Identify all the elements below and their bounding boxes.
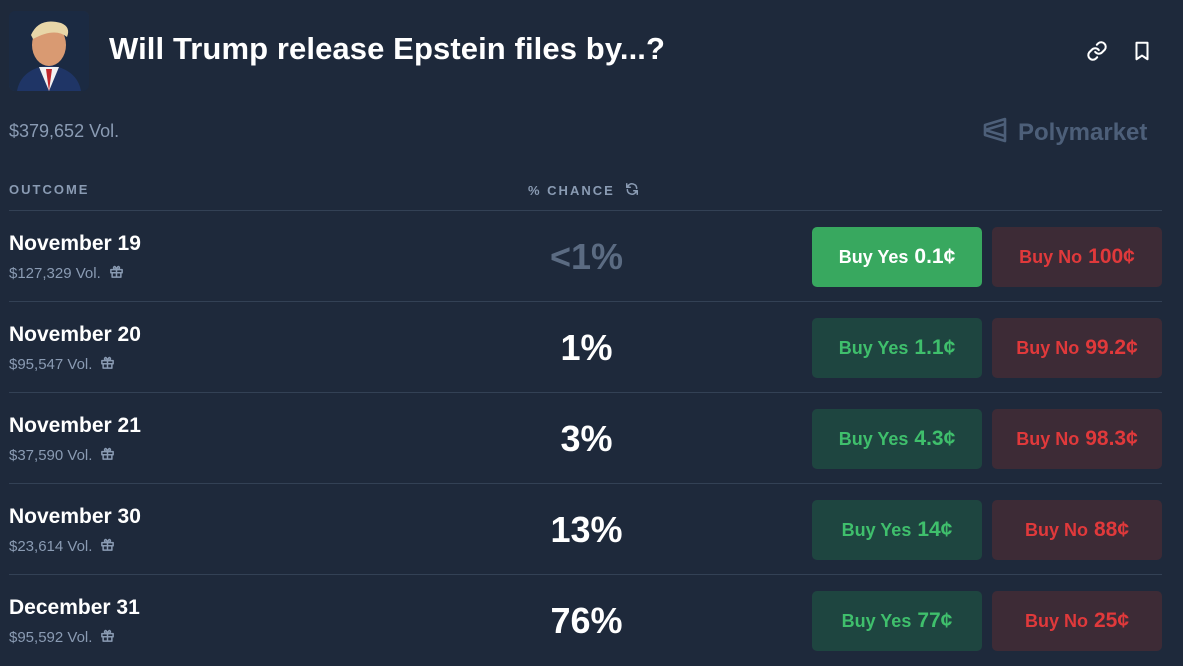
buy-no-label: Buy No	[1019, 246, 1083, 267]
outcome-name: November 20	[9, 323, 141, 346]
gift-icon[interactable]	[100, 628, 115, 647]
outcome-volume-text: $23,614 Vol.	[9, 538, 93, 555]
outcome-column-header: OUTCOME	[9, 182, 89, 197]
total-volume: $379,652 Vol.	[9, 121, 120, 141]
buy-yes-price: 0.1¢	[914, 245, 956, 268]
buy-no-label: Buy No	[1024, 519, 1088, 540]
outcome-name: November 21	[9, 414, 141, 437]
buy-no-price: 99.2¢	[1085, 336, 1138, 359]
buy-no-button[interactable]: Buy No 98.3¢	[992, 409, 1162, 469]
outcome-chance: 1%	[560, 327, 613, 368]
outcome-chance: <1%	[549, 236, 624, 277]
gift-icon[interactable]	[109, 264, 124, 283]
outcome-chance: 76%	[550, 600, 623, 641]
buy-yes-button[interactable]: Buy Yes 1.1¢	[812, 318, 982, 378]
buy-yes-price: 77¢	[917, 609, 953, 632]
buy-no-price: 98.3¢	[1085, 427, 1138, 450]
buy-yes-button[interactable]: Buy Yes 0.1¢	[812, 227, 982, 287]
buy-yes-label: Buy Yes	[841, 610, 912, 631]
buy-yes-label: Buy Yes	[838, 428, 909, 449]
buy-no-button[interactable]: Buy No 100¢	[992, 227, 1162, 287]
refresh-icon[interactable]	[625, 182, 639, 199]
outcome-volume: $23,614 Vol.	[9, 537, 115, 556]
buy-no-label: Buy No	[1024, 610, 1088, 631]
buy-yes-price: 1.1¢	[914, 336, 956, 359]
outcome-volume: $37,590 Vol.	[9, 446, 115, 465]
buy-no-price: 88¢	[1093, 518, 1130, 541]
buy-yes-button[interactable]: Buy Yes 14¢	[812, 500, 982, 560]
outcome-chance: 13%	[550, 509, 623, 550]
outcome-name: November 30	[9, 505, 141, 528]
buy-no-price: 25¢	[1093, 609, 1130, 632]
buy-yes-label: Buy Yes	[838, 337, 909, 358]
outcome-volume-text: $95,592 Vol.	[9, 629, 93, 646]
chance-header-label: % CHANCE	[528, 183, 615, 198]
market-avatar	[9, 11, 89, 91]
gift-icon[interactable]	[100, 446, 115, 465]
buy-no-button[interactable]: Buy No 25¢	[992, 591, 1162, 651]
buy-no-button[interactable]: Buy No 88¢	[992, 500, 1162, 560]
buy-yes-price: 4.3¢	[914, 427, 956, 450]
outcome-name: December 31	[9, 596, 140, 619]
outcome-volume-text: $127,329 Vol.	[9, 265, 101, 282]
polymarket-logo-icon	[982, 116, 1008, 149]
outcome-volume: $95,547 Vol.	[9, 355, 115, 374]
outcome-row[interactable]: November 19 $127,329 Vol. <1% Buy Yes 0.…	[9, 210, 1162, 301]
outcome-volume-text: $37,590 Vol.	[9, 447, 93, 464]
bookmark-icon[interactable]	[1131, 40, 1153, 62]
buy-yes-price: 14¢	[917, 518, 953, 541]
gift-icon[interactable]	[100, 355, 115, 374]
buy-no-label: Buy No	[1016, 337, 1080, 358]
outcome-header-label: OUTCOME	[9, 182, 90, 197]
buy-no-price: 100¢	[1088, 245, 1135, 268]
outcome-volume: $95,592 Vol.	[9, 628, 115, 647]
polymarket-wordmark: Polymarket	[1018, 118, 1148, 146]
buy-no-label: Buy No	[1016, 428, 1080, 449]
outcome-chance: 3%	[560, 418, 613, 459]
link-icon[interactable]	[1086, 40, 1108, 62]
outcome-row[interactable]: December 31 $95,592 Vol. 76% Buy Yes 77¢…	[9, 574, 1162, 665]
outcome-list: November 19 $127,329 Vol. <1% Buy Yes 0.…	[9, 210, 1162, 665]
buy-yes-button[interactable]: Buy Yes 77¢	[812, 591, 982, 651]
buy-yes-label: Buy Yes	[841, 519, 912, 540]
outcome-volume-text: $95,547 Vol.	[9, 356, 93, 373]
chance-column-header: % CHANCE	[528, 182, 639, 199]
buy-no-button[interactable]: Buy No 99.2¢	[992, 318, 1162, 378]
outcome-row[interactable]: November 21 $37,590 Vol. 3% Buy Yes 4.3¢…	[9, 392, 1162, 483]
outcome-row[interactable]: November 30 $23,614 Vol. 13% Buy Yes 14¢…	[9, 483, 1162, 574]
market-title: Will Trump release Epstein files by...?	[109, 31, 666, 66]
buy-yes-button[interactable]: Buy Yes 4.3¢	[812, 409, 982, 469]
outcome-name: November 19	[9, 232, 141, 255]
polymarket-brand: Polymarket	[982, 116, 1147, 149]
buy-yes-label: Buy Yes	[838, 246, 909, 267]
outcome-row[interactable]: November 20 $95,547 Vol. 1% Buy Yes 1.1¢…	[9, 301, 1162, 392]
outcome-volume: $127,329 Vol.	[9, 264, 124, 283]
gift-icon[interactable]	[100, 537, 115, 556]
